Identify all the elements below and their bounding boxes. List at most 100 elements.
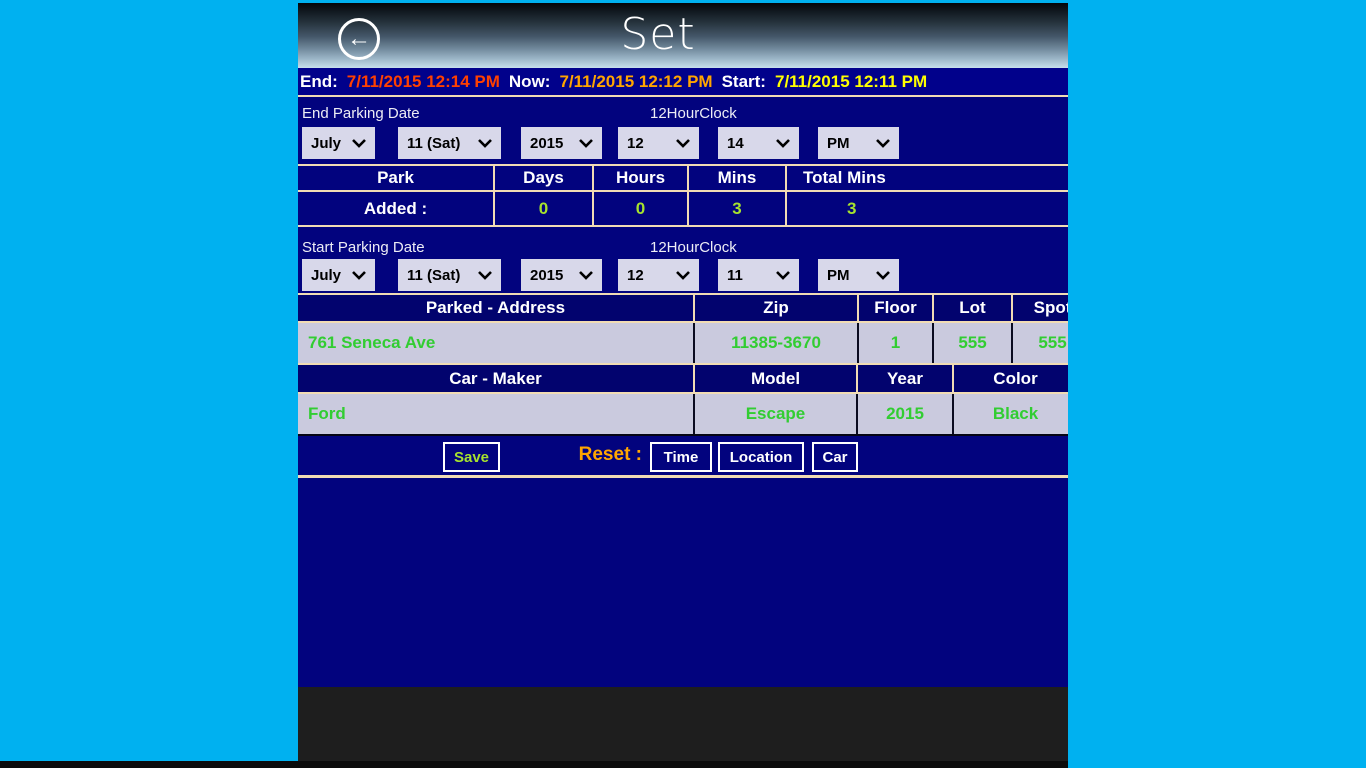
car-maker-value: Ford: [298, 393, 694, 435]
dropdown-value: 2015: [530, 135, 563, 152]
spot-header: Spot: [1012, 294, 1068, 322]
dropdown-value: 12: [627, 267, 644, 284]
mins-header: Mins: [688, 165, 786, 191]
dropdown-value: 11 (Sat): [407, 267, 460, 284]
park-table-header-row: Park Days Hours Mins Total Mins: [298, 165, 1068, 191]
app-header: ← Set: [298, 3, 1068, 68]
zip-header: Zip: [694, 294, 858, 322]
chevron-down-icon: [776, 271, 790, 280]
start-day-dropdown[interactable]: 11 (Sat): [398, 259, 501, 291]
status-bar: End: 7/11/2015 12:14 PM Now: 7/11/2015 1…: [298, 68, 1068, 95]
start-time-value: 7/11/2015 12:11 PM: [775, 72, 927, 92]
zip-value: 11385-3670: [694, 322, 858, 364]
end-minute-dropdown[interactable]: 14: [718, 127, 799, 159]
dropdown-value: 11 (Sat): [407, 135, 460, 152]
park-added-row: Added : 0 0 3 3: [298, 191, 1068, 226]
hours-header: Hours: [593, 165, 688, 191]
chevron-down-icon: [776, 139, 790, 148]
dropdown-value: PM: [827, 267, 850, 284]
reset-car-button[interactable]: Car: [812, 442, 858, 472]
start-year-dropdown[interactable]: 2015: [521, 259, 602, 291]
address-table-header-row: Parked - Address Zip Floor Lot Spot: [298, 294, 1068, 322]
added-label: Added :: [298, 191, 494, 226]
end-ampm-dropdown[interactable]: PM: [818, 127, 899, 159]
chevron-down-icon: [579, 139, 593, 148]
end-hour-dropdown[interactable]: 12: [618, 127, 699, 159]
end-parking-date-label: End Parking Date: [302, 105, 420, 122]
now-time-value: 7/11/2015 12:12 PM: [559, 72, 712, 92]
added-total-mins-value: 3: [786, 191, 1068, 226]
year-value: 2015: [857, 393, 953, 435]
chevron-down-icon: [676, 139, 690, 148]
reset-time-button[interactable]: Time: [650, 442, 712, 472]
chevron-down-icon: [478, 271, 492, 280]
dropdown-value: 14: [727, 135, 744, 152]
address-value: 761 Seneca Ave: [298, 322, 694, 364]
floor-header: Floor: [858, 294, 933, 322]
dropdown-value: 11: [727, 267, 743, 284]
park-summary-table: Park Days Hours Mins Total Mins Added : …: [298, 164, 1068, 227]
year-header: Year: [857, 365, 953, 393]
chevron-down-icon: [352, 271, 366, 280]
end-time-value: 7/11/2015 12:14 PM: [347, 72, 500, 92]
chevron-down-icon: [876, 139, 890, 148]
dropdown-value: 2015: [530, 267, 563, 284]
end-month-dropdown[interactable]: July: [302, 127, 375, 159]
car-maker-header: Car - Maker: [298, 365, 694, 393]
chevron-down-icon: [676, 271, 690, 280]
reset-location-button[interactable]: Location: [718, 442, 804, 472]
model-value: Escape: [694, 393, 857, 435]
floor-value: 1: [858, 322, 933, 364]
end-clock-label: 12HourClock: [650, 105, 737, 122]
added-hours-value: 0: [593, 191, 688, 226]
start-clock-label: 12HourClock: [650, 239, 737, 256]
end-section-labels: End Parking Date 12HourClock: [298, 97, 1068, 127]
parked-address-header: Parked - Address: [298, 294, 694, 322]
added-mins-value: 3: [688, 191, 786, 226]
end-date-dropdowns: July 11 (Sat) 2015 12 14 PM: [298, 127, 1068, 159]
color-header: Color: [953, 365, 1068, 393]
dropdown-value: PM: [827, 135, 850, 152]
added-days-value: 0: [494, 191, 593, 226]
start-time-label: Start:: [722, 72, 766, 92]
address-data-row: 761 Seneca Ave 11385-3670 1 555 555: [298, 322, 1068, 364]
end-year-dropdown[interactable]: 2015: [521, 127, 602, 159]
color-value: Black: [953, 393, 1068, 435]
page-title: Set: [298, 9, 1018, 60]
actions-row: Save Reset : Time Location Car: [298, 436, 1068, 478]
dropdown-value: 12: [627, 135, 644, 152]
parked-address-table: Parked - Address Zip Floor Lot Spot 761 …: [298, 293, 1068, 365]
spot-value: 555: [1012, 322, 1068, 364]
start-date-dropdowns: July 11 (Sat) 2015 12 11 PM: [298, 259, 1068, 291]
dropdown-value: July: [311, 267, 341, 284]
end-day-dropdown[interactable]: 11 (Sat): [398, 127, 501, 159]
car-table: Car - Maker Model Year Color Ford Escape…: [298, 365, 1068, 436]
footer-panel: [298, 687, 1068, 768]
car-table-header-row: Car - Maker Model Year Color: [298, 365, 1068, 393]
dropdown-value: July: [311, 135, 341, 152]
chevron-down-icon: [478, 139, 492, 148]
lot-value: 555: [933, 322, 1012, 364]
start-ampm-dropdown[interactable]: PM: [818, 259, 899, 291]
chevron-down-icon: [352, 139, 366, 148]
total-mins-header: Total Mins: [786, 165, 1068, 191]
lot-header: Lot: [933, 294, 1012, 322]
start-hour-dropdown[interactable]: 12: [618, 259, 699, 291]
save-button[interactable]: Save: [443, 442, 500, 472]
start-section-labels: Start Parking Date 12HourClock: [298, 231, 1068, 259]
chevron-down-icon: [876, 271, 890, 280]
bottom-edge-strip: [0, 761, 1068, 768]
reset-label: Reset :: [538, 444, 642, 466]
car-data-row: Ford Escape 2015 Black: [298, 393, 1068, 435]
days-header: Days: [494, 165, 593, 191]
main-panel: End Parking Date 12HourClock July 11 (Sa…: [298, 95, 1068, 687]
chevron-down-icon: [579, 271, 593, 280]
park-header: Park: [298, 165, 494, 191]
start-parking-date-label: Start Parking Date: [302, 239, 425, 256]
now-time-label: Now:: [509, 72, 551, 92]
model-header: Model: [694, 365, 857, 393]
app-window: ← Set End: 7/11/2015 12:14 PM Now: 7/11/…: [298, 0, 1068, 768]
start-minute-dropdown[interactable]: 11: [718, 259, 799, 291]
end-time-label: End:: [300, 72, 338, 92]
start-month-dropdown[interactable]: July: [302, 259, 375, 291]
